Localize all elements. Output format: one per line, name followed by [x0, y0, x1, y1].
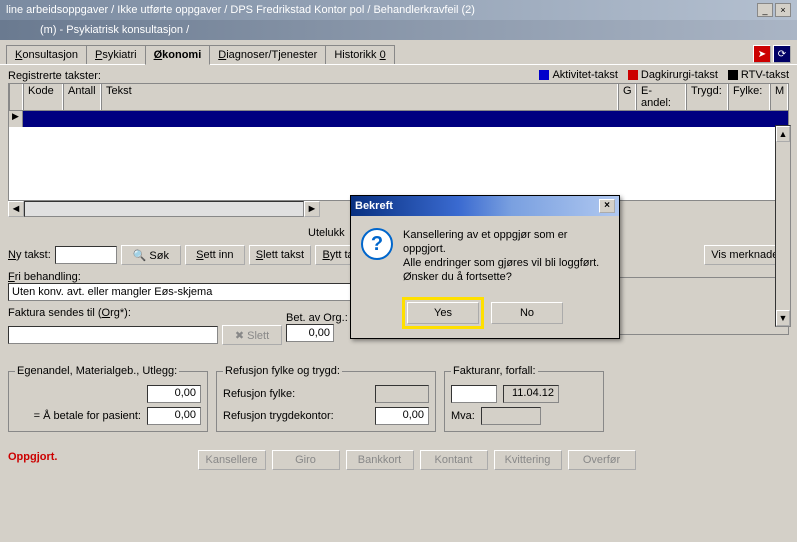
legend-dagkirurgi-icon [628, 70, 638, 80]
takster-grid-body[interactable]: ▶ [8, 111, 789, 201]
col-tekst[interactable]: Tekst [101, 84, 618, 110]
utelukk-checkbox[interactable]: Utelukk [308, 227, 345, 239]
fakturanr-fieldset: Fakturanr, forfall: 11.04.12 Mva: [444, 365, 604, 432]
aabetale-label: = Å betale for pasient: [34, 410, 141, 422]
sletttakst-button[interactable]: Slett takst [249, 245, 311, 265]
col-kode[interactable]: Kode [23, 84, 63, 110]
window-controls: _ × [757, 3, 791, 17]
legend-rtv-icon [728, 70, 738, 80]
hscroll-left-icon[interactable]: ◄ [8, 201, 24, 217]
document-title: (m) - Psykiatrisk konsultasjon / [40, 24, 189, 36]
legend-row: Aktivitet-takst Dagkirurgi-takst RTV-tak… [539, 69, 789, 81]
hscroll-track[interactable] [24, 201, 304, 217]
mva-val [481, 407, 541, 425]
egenandel-fieldset: Egenandel, Materialgeb., Utlegg: 0,00 = … [8, 365, 208, 432]
dialog-title: Bekreft [355, 200, 393, 212]
hscroll-right-icon[interactable]: ► [304, 201, 320, 217]
settinn-button[interactable]: Sett inn [185, 245, 245, 265]
col-eandel[interactable]: E-andel: [636, 84, 686, 110]
fakturasendes-input[interactable] [8, 326, 218, 344]
dialog-title-bar[interactable]: Bekreft × [351, 196, 619, 216]
tab-psykiatri[interactable]: Psykiatri [86, 45, 146, 64]
vscroll[interactable]: ▲ ▼ [775, 125, 791, 327]
egenandel-legend: Egenandel, Materialgeb., Utlegg: [15, 365, 179, 377]
vscroll-down-icon[interactable]: ▼ [776, 310, 790, 326]
overfor-button[interactable]: Overfør [568, 450, 636, 470]
utelukk-label: Utelukk [308, 227, 345, 239]
dialog-line2: Alle endringer som gjøres vil bli loggfø… [403, 256, 609, 270]
legend-aktivitet-icon [539, 70, 549, 80]
refusjon-fieldset: Refusjon fylke og trygd: Refusjon fylke:… [216, 365, 436, 432]
sok-button[interactable]: 🔍 Søk [121, 245, 181, 265]
tab-diagnoser[interactable]: Diagnoser/Tjenester [209, 45, 326, 64]
refusjon-trygd-label: Refusjon trygdekontor: [223, 410, 334, 422]
dialog-line1: Kansellering av et oppgjør som er oppgjo… [403, 228, 609, 256]
close-button[interactable]: × [775, 3, 791, 17]
dialog-close-button[interactable]: × [599, 199, 615, 213]
dialog-text: Kansellering av et oppgjør som er oppgjo… [403, 228, 609, 284]
refusjon-fylke-label: Refusjon fylke: [223, 388, 295, 400]
document-title-bar: (m) - Psykiatrisk konsultasjon / [0, 20, 797, 40]
tabs-row: Konsultasjon Psykiatri Økonomi Diagnoser… [0, 40, 797, 65]
question-icon: ? [361, 228, 393, 260]
dialog-line3: Ønsker du å fortsette? [403, 270, 609, 284]
tab-konsultasjon[interactable]: Konsultasjon [6, 45, 87, 64]
tab-okonomi[interactable]: Økonomi [145, 45, 211, 65]
kontant-button[interactable]: Kontant [420, 450, 488, 470]
slett-org-button[interactable]: ✖ Slett [222, 325, 282, 345]
kansellere-button[interactable]: Kansellere [198, 450, 266, 470]
minimize-button[interactable]: _ [757, 3, 773, 17]
kvittering-button[interactable]: Kvittering [494, 450, 562, 470]
mva-label: Mva: [451, 410, 475, 422]
egenandel-val[interactable]: 0,00 [147, 385, 201, 403]
takster-grid-header: Kode Antall Tekst G E-andel: Trygd: Fylk… [8, 83, 789, 111]
tabs-icons: ➤ ⟳ [753, 45, 791, 63]
col-m[interactable]: M [770, 84, 788, 110]
dialog-yes-button[interactable]: Yes [407, 302, 479, 324]
betorg-label: Bet. av Org.: [286, 312, 348, 324]
refusjon-legend: Refusjon fylke og trygd: [223, 365, 342, 377]
fribeh-label: Fri behandling: [8, 271, 388, 283]
legend-aktivitet-label: Aktivitet-takst [552, 69, 617, 81]
selected-row[interactable] [9, 111, 788, 127]
nytakst-input[interactable] [55, 246, 117, 264]
refusjon-trygd-val: 0,00 [375, 407, 429, 425]
vscroll-up-icon[interactable]: ▲ [776, 126, 790, 142]
fakturadato-val: 11.04.12 [503, 385, 559, 403]
bankkort-button[interactable]: Bankkort [346, 450, 414, 470]
legend-rtv-label: RTV-takst [741, 69, 789, 81]
dialog-no-button[interactable]: No [491, 302, 563, 324]
col-g[interactable]: G [618, 84, 636, 110]
status-oppgjort: Oppgjort. [8, 451, 58, 463]
refresh-icon[interactable]: ⟳ [773, 45, 791, 63]
bottom-buttons: Kansellere Giro Bankkort Kontant Kvitter… [58, 450, 636, 470]
fakturanr-legend: Fakturanr, forfall: [451, 365, 538, 377]
refusjon-fylke-val [375, 385, 429, 403]
col-rowhandle [9, 84, 23, 110]
confirm-dialog: Bekreft × ? Kansellering av et oppgjør s… [350, 195, 620, 339]
fakturanr-val[interactable] [451, 385, 497, 403]
col-trygd[interactable]: Trygd: [686, 84, 728, 110]
legend-dagkirurgi-label: Dagkirurgi-takst [641, 69, 718, 81]
col-fylke[interactable]: Fylke: [728, 84, 770, 110]
breadcrumb: line arbeidsoppgaver / Ikke utførte oppg… [6, 4, 475, 16]
betorg-input[interactable] [286, 324, 334, 342]
swoosh-icon[interactable]: ➤ [753, 45, 771, 63]
takster-legend: Registrerte takster: [8, 70, 101, 82]
row-marker-icon: ▶ [9, 111, 23, 127]
aabetale-val[interactable]: 0,00 [147, 407, 201, 425]
nytakst-label: Ny takst: [8, 249, 51, 261]
fribeh-input[interactable] [8, 283, 368, 301]
col-antall[interactable]: Antall [63, 84, 101, 110]
giro-button[interactable]: Giro [272, 450, 340, 470]
tab-historikk[interactable]: Historikk 0 [325, 45, 394, 64]
app-title-bar: line arbeidsoppgaver / Ikke utførte oppg… [0, 0, 797, 20]
